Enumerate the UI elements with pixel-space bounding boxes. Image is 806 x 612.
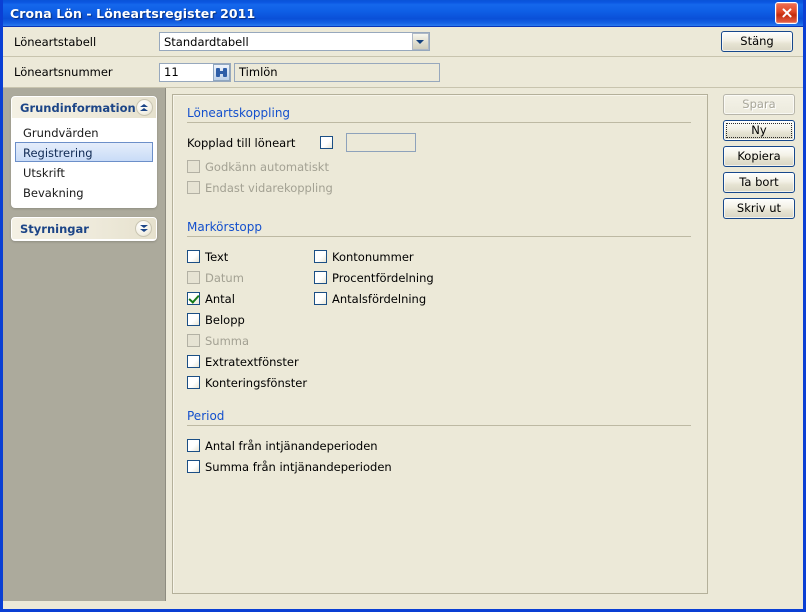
header-zone: Löneartstabell Standardtabell Stäng Löne… [3, 27, 803, 88]
checkbox-kontonummer [314, 250, 327, 263]
main-content: Löneartskoppling Kopplad till löneart Go… [166, 88, 715, 601]
chevron-double-down-icon[interactable] [135, 220, 152, 237]
linked-row: Kopplad till löneart [187, 132, 691, 153]
binoculars-icon[interactable] [213, 63, 230, 81]
table-combobox-value: Standardtabell [164, 34, 249, 49]
checkbox-label: Datum [205, 270, 244, 285]
title-bar: Crona Lön - Löneartsregister 2011 [3, 0, 803, 27]
checkbox-label: Summa från intjänandeperioden [205, 459, 392, 474]
copy-button[interactable]: Kopiera [723, 146, 795, 167]
table-label: Löneartstabell [14, 34, 97, 49]
checkbox-extratextfonster [187, 355, 200, 368]
section-title: Löneartskoppling [187, 106, 291, 120]
sidebar-item-bevakning[interactable]: Bevakning [15, 182, 153, 202]
section-title: Markörstopp [187, 220, 262, 234]
checkbox-label: Belopp [205, 312, 245, 327]
checkbox-row-konteringsfonster[interactable]: Konteringsfönster [187, 372, 314, 393]
number-input[interactable]: 11 [159, 62, 231, 82]
checkbox-antalsfordelning [314, 292, 327, 305]
checkbox-procentfordelning [314, 271, 327, 284]
close-window-button[interactable]: Stäng [721, 31, 793, 52]
save-button: Spara [723, 94, 795, 115]
checkbox-godkann-automatiskt [187, 160, 200, 173]
checkbox-endast-vidarekoppling [187, 181, 200, 194]
table-combobox[interactable]: Standardtabell [159, 32, 430, 51]
chevron-double-up-icon[interactable] [135, 99, 153, 116]
checkbox-row-kontonummer[interactable]: Kontonummer [314, 246, 691, 267]
checkbox-label: Endast vidarekoppling [205, 180, 333, 195]
window-title: Crona Lön - Löneartsregister 2011 [10, 5, 256, 21]
sidebar-panel-body-grundinformation: Grundvärden Registrering Utskrift Bevakn… [12, 119, 156, 207]
checkbox-kopplad-till-loneart[interactable] [320, 136, 333, 149]
sidebar-panel-title: Styrningar [20, 221, 89, 236]
sidebar-panel-header-grundinformation[interactable]: Grundinformation [12, 97, 156, 119]
checkbox-konteringsfonster [187, 376, 200, 389]
checkbox-row-text[interactable]: Text [187, 246, 314, 267]
settings-card: Löneartskoppling Kopplad till löneart Go… [172, 94, 708, 594]
number-row: Löneartsnummer 11 Timlön [3, 57, 803, 88]
number-label: Löneartsnummer [14, 65, 113, 79]
section-loneartskoppling: Löneartskoppling Kopplad till löneart Go… [187, 106, 691, 198]
checkbox-datum [187, 271, 200, 284]
checkbox-label: Antal från intjänandeperioden [205, 438, 378, 453]
table-row: Löneartstabell Standardtabell Stäng [3, 27, 803, 57]
number-input-value: 11 [164, 65, 179, 79]
checkbox-label: Antal [205, 291, 235, 306]
checkbox-belopp [187, 313, 200, 326]
checkbox-row-datum[interactable]: Datum [187, 267, 314, 288]
checkbox-summa [187, 334, 200, 347]
markorstopp-right-column: Kontonummer Procentfördelning Antalsförd… [314, 246, 691, 393]
checkbox-label: Godkänn automatiskt [205, 159, 329, 174]
name-readonly-field: Timlön [234, 62, 440, 82]
print-button[interactable]: Skriv ut [723, 198, 795, 219]
checkbox-row-extratextfonster[interactable]: Extratextfönster [187, 351, 314, 372]
checkbox-label: Antalsfördelning [332, 291, 427, 306]
delete-button[interactable]: Ta bort [723, 172, 795, 193]
chevron-down-icon[interactable] [411, 33, 429, 50]
section-markorstopp: Markörstopp Text Datum Antal Belopp Summ… [187, 220, 691, 393]
checkbox-label: Procentfördelning [332, 270, 434, 285]
application-window: Crona Lön - Löneartsregister 2011 Lönear… [0, 0, 806, 612]
sidebar-panel-title: Grundinformation [20, 100, 136, 115]
checkbox-summa-fran-intjanandeperioden [187, 460, 200, 473]
checkbox-row-endast-vidarekoppling[interactable]: Endast vidarekoppling [187, 177, 691, 198]
checkbox-row-summa-fran-intjanandeperioden[interactable]: Summa från intjänandeperioden [187, 456, 691, 477]
body: Grundinformation Grundvärden Registrerin… [3, 88, 803, 601]
checkbox-row-summa[interactable]: Summa [187, 330, 314, 351]
new-button[interactable]: Ny [723, 120, 795, 141]
checkbox-row-antal-fran-intjanandeperioden[interactable]: Antal från intjänandeperioden [187, 435, 691, 456]
checkbox-label: Extratextfönster [205, 354, 299, 369]
section-period: Period Antal från intjänandeperioden Sum… [187, 409, 691, 477]
divider [187, 122, 691, 123]
checkbox-row-antalsfordelning[interactable]: Antalsfördelning [314, 288, 691, 309]
markorstopp-left-column: Text Datum Antal Belopp Summa Extratextf… [187, 246, 314, 393]
checkbox-label: Summa [205, 333, 250, 348]
sidebar-panel-styrningar: Styrningar [11, 217, 157, 241]
sidebar-panel-grundinformation: Grundinformation Grundvärden Registrerin… [11, 96, 157, 208]
checkbox-antal [187, 292, 200, 305]
divider [187, 236, 691, 237]
checkbox-row-procentfordelning[interactable]: Procentfördelning [314, 267, 691, 288]
divider [187, 425, 691, 426]
sidebar: Grundinformation Grundvärden Registrerin… [3, 88, 166, 601]
checkbox-antal-fran-intjanandeperioden [187, 439, 200, 452]
checkbox-text [187, 250, 200, 263]
close-icon[interactable] [775, 2, 798, 24]
action-buttons: Spara Ny Kopiera Ta bort Skriv ut [715, 88, 803, 601]
checkbox-row-antal[interactable]: Antal [187, 288, 314, 309]
sidebar-item-utskrift[interactable]: Utskrift [15, 162, 153, 182]
checkbox-row-belopp[interactable]: Belopp [187, 309, 314, 330]
section-title: Period [187, 409, 225, 423]
linked-value-input[interactable] [346, 133, 416, 152]
checkbox-row-godkann-automatiskt[interactable]: Godkänn automatiskt [187, 156, 691, 177]
checkbox-label: Konteringsfönster [205, 375, 308, 390]
checkbox-label: Text [205, 249, 229, 264]
sidebar-item-registrering[interactable]: Registrering [15, 142, 153, 162]
linked-label: Kopplad till löneart [187, 135, 296, 150]
close-button-wrap: Stäng [721, 31, 793, 52]
sidebar-item-grundvarden[interactable]: Grundvärden [15, 122, 153, 142]
sidebar-panel-header-styrningar[interactable]: Styrningar [12, 218, 156, 240]
checkbox-label: Kontonummer [332, 249, 414, 264]
markorstopp-columns: Text Datum Antal Belopp Summa Extratextf… [187, 246, 691, 393]
